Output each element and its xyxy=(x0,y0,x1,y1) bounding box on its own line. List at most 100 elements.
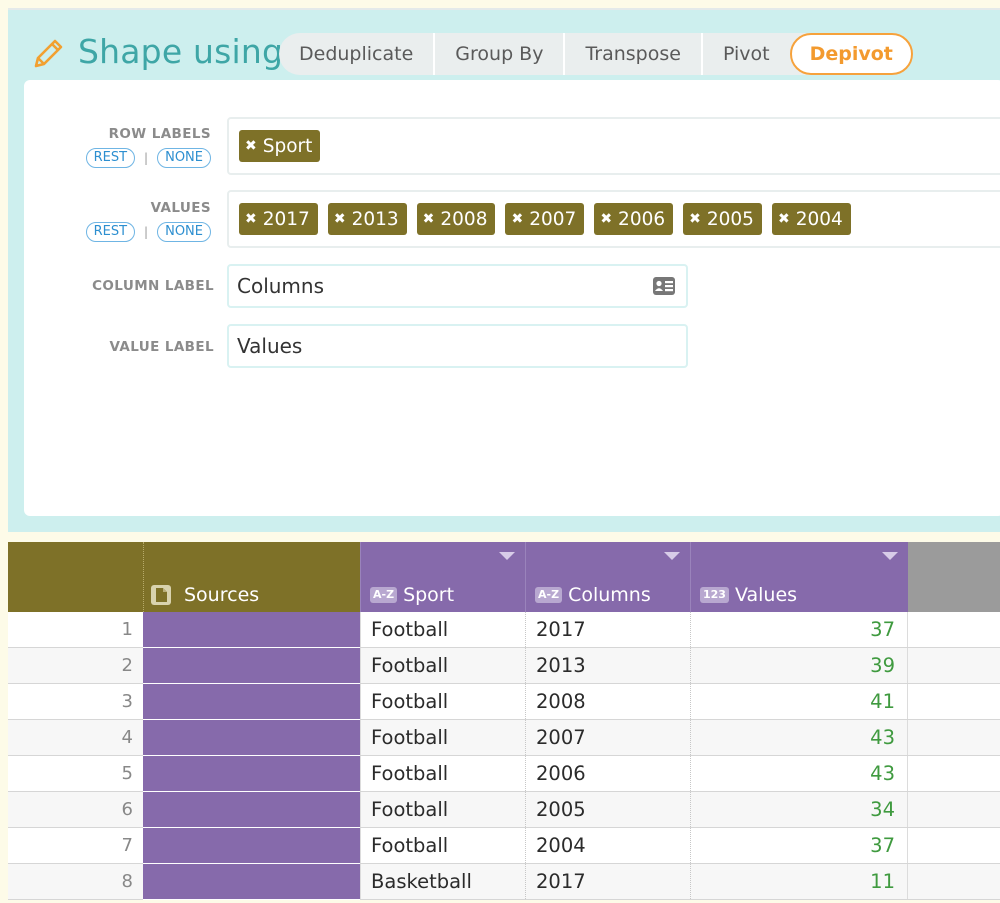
values-shortcuts: REST | NONE xyxy=(85,222,211,242)
sport-cell[interactable]: Football xyxy=(360,828,525,863)
values-cell[interactable]: 11 xyxy=(690,864,908,899)
columns-cell[interactable]: 2008 xyxy=(525,684,690,719)
values-cell[interactable]: 37 xyxy=(690,612,908,647)
tag-2013: ✖ 2013 xyxy=(327,203,407,235)
sport-cell[interactable]: Football xyxy=(360,648,525,683)
column-header-values[interactable]: 123 Values xyxy=(690,542,908,612)
values-cell[interactable]: 43 xyxy=(690,756,908,791)
table-row[interactable]: 3 Football 2008 41 xyxy=(8,684,1000,720)
column-header-label: Columns xyxy=(568,584,651,606)
row-labels-none-button[interactable]: NONE xyxy=(157,148,211,168)
sport-cell[interactable]: Football xyxy=(360,792,525,827)
caret-down-icon[interactable] xyxy=(499,552,515,560)
table-row[interactable]: 8 Basketball 2017 11 xyxy=(8,864,1000,900)
column-header-sources[interactable]: Sources xyxy=(143,542,360,612)
value-label-label-group: VALUE LABEL xyxy=(24,339,214,359)
tag-label: 2013 xyxy=(351,208,399,230)
remove-tag-icon[interactable]: ✖ xyxy=(334,211,346,227)
sources-cell[interactable] xyxy=(143,684,360,720)
pencil-icon xyxy=(34,39,63,68)
values-none-button[interactable]: NONE xyxy=(157,222,211,242)
row-labels-rest-button[interactable]: REST xyxy=(85,148,136,168)
sources-cell[interactable] xyxy=(143,648,360,684)
data-table: Sources A-Z Sport A-Z Columns 123 Values… xyxy=(8,542,1000,903)
columns-cell[interactable]: 2006 xyxy=(525,756,690,791)
row-index: 6 xyxy=(121,799,133,820)
row-index: 2 xyxy=(121,655,133,676)
columns-cell[interactable]: 2004 xyxy=(525,828,690,863)
id-card-icon[interactable] xyxy=(652,276,676,296)
tag-2005: ✖ 2005 xyxy=(683,203,762,235)
row-index: 8 xyxy=(121,871,133,892)
remove-tag-icon[interactable]: ✖ xyxy=(778,211,790,227)
values-field[interactable]: ✖ 2017 ✖ 2013 ✖ 2008 ✖ 2007 ✖ 2006 ✖ 200… xyxy=(227,190,1000,248)
tab-transpose[interactable]: Transpose xyxy=(565,33,703,75)
values-cell[interactable]: 43 xyxy=(690,720,908,755)
tag-2007: ✖ 2007 xyxy=(505,203,585,235)
row-labels-label-group: ROW LABELS REST | NONE xyxy=(24,124,214,174)
values-cell[interactable]: 34 xyxy=(690,792,908,827)
tag-label: 2008 xyxy=(440,208,488,230)
table-row[interactable]: 5 Football 2006 43 xyxy=(8,756,1000,792)
tab-deduplicate[interactable]: Deduplicate xyxy=(279,33,436,75)
remove-tag-icon[interactable]: ✖ xyxy=(423,211,435,227)
remove-tag-icon[interactable]: ✖ xyxy=(600,211,612,227)
sources-cell[interactable] xyxy=(143,792,360,828)
sport-cell[interactable]: Basketball xyxy=(360,864,525,899)
sport-cell[interactable]: Football xyxy=(360,756,525,791)
values-cell[interactable]: 41 xyxy=(690,684,908,719)
table-row[interactable]: 6 Football 2005 34 xyxy=(8,792,1000,828)
values-cell[interactable]: 37 xyxy=(690,828,908,863)
text-type-icon: A-Z xyxy=(370,587,398,603)
tag-label: 2017 xyxy=(262,208,310,230)
remove-tag-icon[interactable]: ✖ xyxy=(245,138,257,154)
values-cell[interactable]: 39 xyxy=(690,648,908,683)
column-label-input[interactable]: Columns xyxy=(227,264,688,308)
tab-group-by[interactable]: Group By xyxy=(435,33,566,75)
tag-2004: ✖ 2004 xyxy=(771,203,851,235)
caret-down-icon[interactable] xyxy=(664,552,680,560)
columns-cell[interactable]: 2017 xyxy=(525,864,690,899)
tab-depivot[interactable]: Depivot xyxy=(789,33,913,75)
separator: | xyxy=(144,151,149,165)
columns-cell[interactable]: 2013 xyxy=(525,648,690,683)
sources-cell[interactable] xyxy=(143,864,360,900)
sources-cell[interactable] xyxy=(143,756,360,792)
values-rest-button[interactable]: REST xyxy=(85,222,136,242)
table-row[interactable]: 1 Football 2017 37 xyxy=(8,612,1000,648)
columns-cell[interactable]: 2005 xyxy=(525,792,690,827)
tag-2017: ✖ 2017 xyxy=(239,203,318,235)
sources-cell[interactable] xyxy=(143,612,360,648)
table-row[interactable]: 2 Football 2013 39 xyxy=(8,648,1000,684)
column-header-sport[interactable]: A-Z Sport xyxy=(360,542,525,612)
empty-header xyxy=(908,542,1000,612)
tag-2008: ✖ 2008 xyxy=(416,203,496,235)
column-label-value: Columns xyxy=(237,274,325,298)
column-header-label: Sport xyxy=(403,584,455,606)
tab-pivot[interactable]: Pivot xyxy=(703,33,790,75)
columns-cell[interactable]: 2007 xyxy=(525,720,690,755)
value-label-input[interactable]: Values xyxy=(227,324,688,368)
number-type-icon: 123 xyxy=(700,587,729,603)
remove-tag-icon[interactable]: ✖ xyxy=(511,211,523,227)
columns-cell[interactable]: 2017 xyxy=(525,612,690,647)
tag-sport: ✖ Sport xyxy=(239,130,321,162)
sport-cell[interactable]: Football xyxy=(360,684,525,719)
sport-cell[interactable]: Football xyxy=(360,612,525,647)
row-labels-field[interactable]: ✖ Sport xyxy=(227,117,1000,175)
shape-title: Shape using xyxy=(78,32,284,71)
row-labels-shortcuts: REST | NONE xyxy=(85,148,211,168)
sport-cell[interactable]: Football xyxy=(360,720,525,755)
remove-tag-icon[interactable]: ✖ xyxy=(689,211,701,227)
depivot-form: ROW LABELS REST | NONE ✖ Sport VALUES RE… xyxy=(24,80,1000,516)
column-header-columns[interactable]: A-Z Columns xyxy=(525,542,690,612)
sources-cell[interactable] xyxy=(143,720,360,756)
document-icon xyxy=(151,585,171,605)
caret-down-icon[interactable] xyxy=(882,552,898,560)
index-header xyxy=(8,542,143,612)
column-header-label: Values xyxy=(734,584,798,606)
table-row[interactable]: 4 Football 2007 43 xyxy=(8,720,1000,756)
sources-cell[interactable] xyxy=(143,828,360,864)
remove-tag-icon[interactable]: ✖ xyxy=(245,211,257,227)
table-row[interactable]: 7 Football 2004 37 xyxy=(8,828,1000,864)
